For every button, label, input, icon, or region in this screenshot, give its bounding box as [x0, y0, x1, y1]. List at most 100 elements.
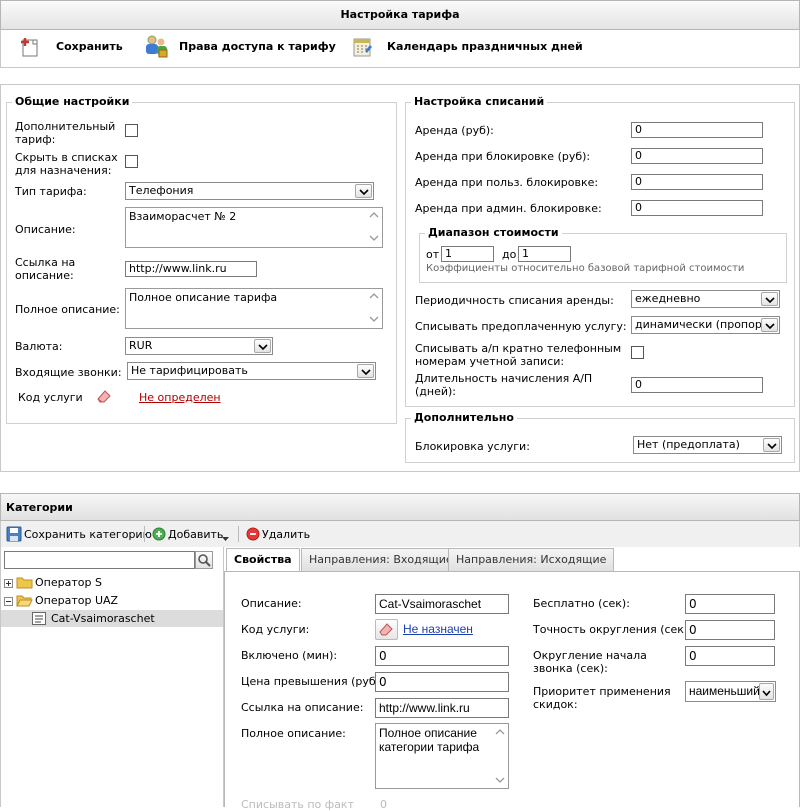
search-icon: [196, 554, 212, 571]
service-block-value: Нет (предоплата): [637, 438, 740, 451]
folder-icon: [16, 575, 33, 592]
prepaid-label: Списывать предоплаченную услугу:: [415, 320, 627, 333]
range-from-input[interactable]: 1: [441, 246, 494, 262]
rounding-start-input[interactable]: 0: [685, 646, 775, 666]
rent-user-block-input[interactable]: 0: [631, 174, 763, 190]
expand-plus-icon[interactable]: [4, 578, 13, 591]
incoming-calls-select[interactable]: Не тарифицировать: [127, 362, 376, 380]
rent-admin-block-input[interactable]: 0: [631, 200, 763, 216]
cat-full-desc-textarea[interactable]: Полное описание категории тарифа: [375, 723, 509, 789]
scrollbar[interactable]: [366, 289, 382, 328]
cut-value: 0: [380, 798, 387, 811]
incoming-calls-value: Не тарифицировать: [131, 364, 248, 377]
chevron-down-icon[interactable]: [357, 364, 374, 378]
rent-block-input[interactable]: 0: [631, 148, 763, 164]
range-to-input[interactable]: 1: [518, 246, 571, 262]
cat-description-input[interactable]: Cat-Vsaimoraschet: [375, 594, 509, 614]
category-icon: [32, 612, 46, 628]
description-link-label: Ссылка на описание:: [15, 256, 76, 282]
add-button[interactable]: Добавить: [168, 528, 223, 541]
save-category-button[interactable]: Сохранить категорию: [24, 528, 152, 541]
cost-range-legend: Диапазон стоимости: [425, 226, 562, 239]
discount-priority-label: Приоритет применения скидок:: [533, 685, 671, 711]
tree-item-operator-uaz[interactable]: Оператор UAZ: [4, 593, 222, 609]
rounding-input[interactable]: 0: [685, 620, 775, 640]
periodicity-select[interactable]: ежедневно: [631, 290, 780, 308]
delete-icon[interactable]: [246, 527, 260, 544]
hide-in-lists-label: Скрыть в списках для назначения:: [15, 151, 118, 177]
currency-value: RUR: [129, 339, 153, 352]
discount-priority-select[interactable]: наименьший: [685, 681, 776, 702]
range-to-label: до: [502, 248, 517, 261]
chevron-down-icon[interactable]: [254, 339, 271, 353]
save-button[interactable]: Сохранить: [56, 40, 123, 54]
multiple-numbers-checkbox[interactable]: [631, 346, 644, 359]
chevron-down-icon[interactable]: [761, 292, 778, 306]
eraser-icon[interactable]: [95, 388, 113, 407]
tree-item-operator-s[interactable]: Оператор S: [4, 575, 222, 591]
holiday-calendar-button[interactable]: Календарь праздничных дней: [387, 40, 583, 54]
included-minutes-input[interactable]: 0: [375, 646, 509, 666]
delete-button[interactable]: Удалить: [262, 528, 310, 541]
service-code-link[interactable]: Не определен: [139, 391, 221, 404]
tariff-type-select[interactable]: Телефония: [125, 182, 374, 200]
toolbar: Сохранить Права доступа к тарифу Календа…: [0, 30, 800, 68]
caret-down-icon[interactable]: [222, 532, 229, 545]
scrollbar[interactable]: [492, 724, 508, 788]
access-rights-button[interactable]: Права доступа к тарифу: [179, 40, 336, 54]
chevron-down-icon[interactable]: [761, 318, 778, 332]
cat-service-code-link[interactable]: Не назначен: [403, 623, 473, 636]
rounding-start-label: Округление начала звонка (сек):: [533, 649, 647, 675]
additional-tariff-checkbox[interactable]: [125, 124, 138, 137]
rent-block-label: Аренда при блокировке (руб):: [415, 150, 591, 163]
search-button[interactable]: [195, 551, 213, 569]
service-block-select[interactable]: Нет (предоплата): [633, 436, 782, 454]
rent-input[interactable]: 0: [631, 122, 763, 138]
scrollbar[interactable]: [366, 208, 382, 247]
users-access-icon[interactable]: [143, 33, 169, 62]
categories-header: Категории: [0, 493, 800, 521]
currency-select[interactable]: RUR: [125, 337, 273, 355]
tab-outgoing-directions[interactable]: Направления: Исходящие: [448, 548, 615, 571]
free-seconds-input[interactable]: 0: [685, 594, 775, 614]
window-title: Настройка тарифа: [0, 0, 800, 30]
cat-link-label: Ссылка на описание:: [241, 701, 364, 714]
full-description-label: Полное описание:: [15, 303, 120, 316]
collapse-minus-icon[interactable]: [4, 596, 13, 609]
tab-properties[interactable]: Свойства: [226, 548, 300, 572]
cat-link-input[interactable]: http://www.link.ru: [375, 698, 509, 718]
free-seconds-label: Бесплатно (сек):: [533, 597, 630, 610]
chevron-down-icon[interactable]: [759, 683, 774, 700]
tab-incoming-directions[interactable]: Направления: Входящие: [301, 548, 461, 571]
description-textarea[interactable]: Взаиморасчет № 2: [125, 207, 383, 248]
chevron-down-icon[interactable]: [763, 438, 780, 452]
incoming-calls-label: Входящие звонки:: [15, 366, 122, 379]
overprice-input[interactable]: 0: [375, 672, 509, 692]
full-description-textarea[interactable]: Полное описание тарифа: [125, 288, 383, 329]
rent-label: Аренда (руб):: [415, 124, 494, 137]
additional-tariff-label: Дополнительный тариф:: [15, 120, 116, 146]
description-link-input[interactable]: http://www.link.ru: [125, 261, 257, 277]
save-icon[interactable]: [19, 36, 41, 61]
tree-search-input[interactable]: [4, 551, 195, 569]
tree-item-cat-vsaimoraschet[interactable]: Cat-Vsaimoraschet: [1, 610, 223, 627]
chevron-down-icon[interactable]: [355, 184, 372, 198]
save-disk-icon[interactable]: [6, 526, 22, 545]
hide-in-lists-checkbox[interactable]: [125, 155, 138, 168]
add-icon[interactable]: [152, 527, 166, 544]
eraser-button[interactable]: [375, 619, 398, 640]
calendar-icon[interactable]: [351, 35, 375, 62]
open-folder-icon: [16, 593, 33, 610]
toolbar-separator: [144, 526, 145, 542]
multiple-numbers-label: Списывать а/п кратно телефонным номерам …: [415, 342, 622, 368]
cat-full-desc-value: Полное описание категории тарифа: [379, 726, 480, 754]
periodicity-value: ежедневно: [635, 292, 701, 305]
tree-item-label: Оператор UAZ: [35, 594, 119, 607]
tree-item-label: Cat-Vsaimoraschet: [51, 612, 155, 625]
toolbar-separator: [238, 526, 239, 542]
tariff-type-value: Телефония: [129, 184, 194, 197]
description-value: Взаиморасчет № 2: [129, 210, 237, 223]
duration-input[interactable]: 0: [631, 377, 763, 393]
prepaid-select[interactable]: динамически (пропор: [631, 316, 780, 334]
general-settings-legend: Общие настройки: [12, 95, 133, 108]
